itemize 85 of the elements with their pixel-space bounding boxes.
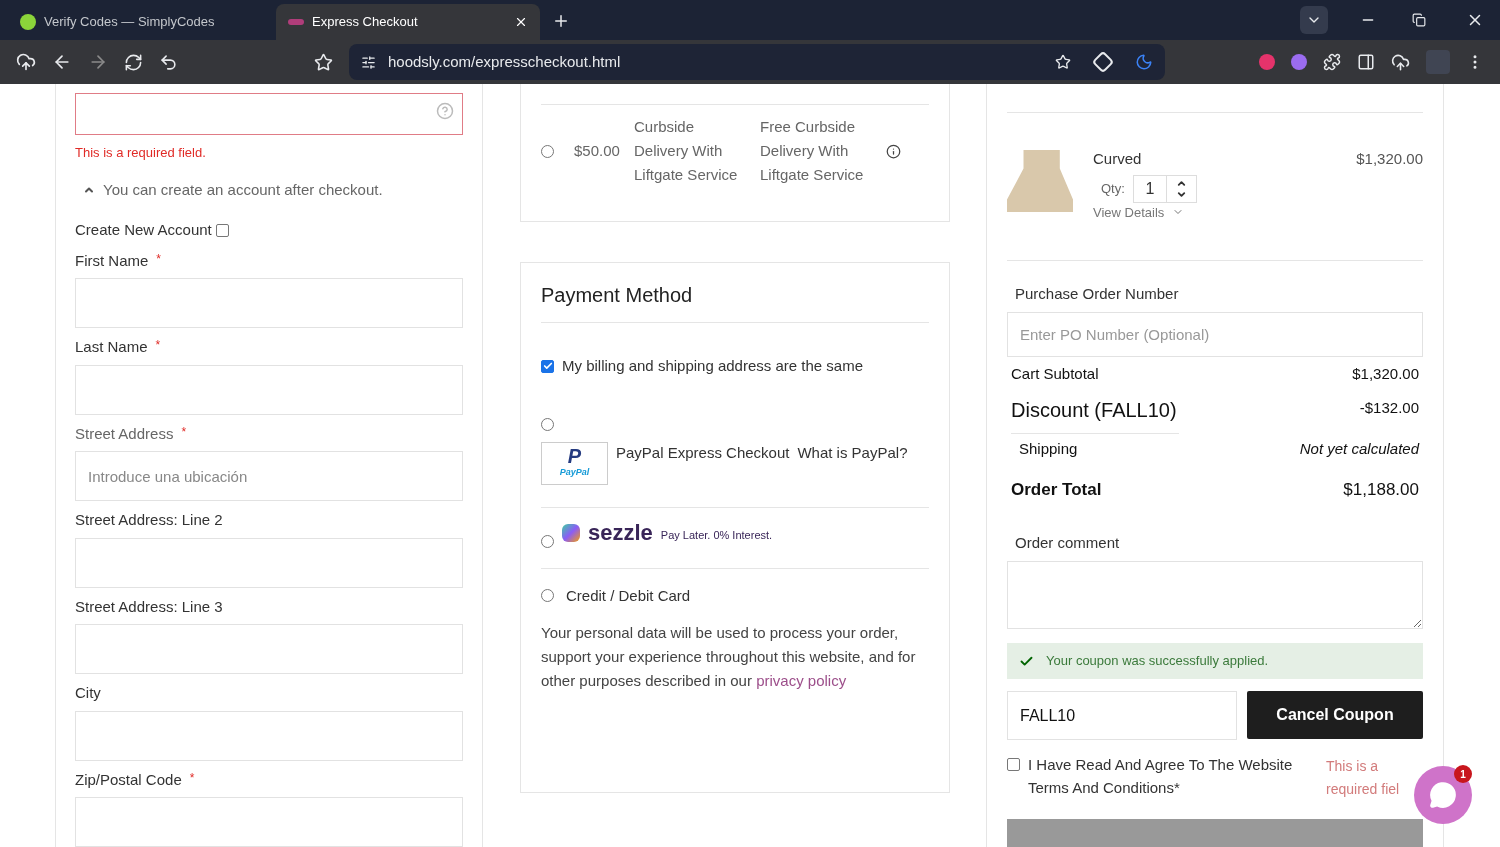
total-label: Discount (FALL10) — [1011, 395, 1179, 435]
extension-icon[interactable] — [1291, 54, 1307, 70]
bookmark-icon[interactable] — [314, 52, 333, 72]
radio-button[interactable] — [541, 589, 554, 603]
radio-button[interactable] — [541, 417, 554, 431]
field-label: Last Name — [75, 337, 148, 357]
cloud-icon[interactable] — [1391, 52, 1410, 72]
required-asterisk: * — [181, 423, 187, 441]
sezzle-tagline: Pay Later. 0% Interest. — [660, 528, 773, 543]
input-field[interactable] — [75, 93, 463, 135]
tab-logo-icon — [20, 14, 36, 30]
product-price: $1,320.00 — [1356, 149, 1423, 169]
error-text: This is a required field. — [75, 144, 207, 162]
shipping-method: Curbside Delivery With Liftgate Service — [634, 117, 738, 185]
cancel-coupon-button[interactable]: Cancel Coupon — [1247, 691, 1423, 740]
radio-button[interactable] — [541, 144, 554, 158]
star-icon[interactable] — [1055, 54, 1071, 70]
coupon-field[interactable]: FALL10 — [1007, 691, 1237, 741]
checkbox[interactable] — [215, 223, 229, 237]
total-value: Not yet calculated — [1299, 439, 1419, 460]
restore-icon[interactable] — [1412, 13, 1426, 27]
section-title: Payment Method — [541, 263, 929, 323]
total-label: Cart Subtotal — [1011, 363, 1099, 384]
browser-tab[interactable]: Express Checkout — [276, 4, 540, 40]
what-is-paypal-link[interactable]: What is PayPal? — [797, 441, 908, 464]
field-label: City — [75, 683, 101, 703]
field-label: Zip/Postal Code — [75, 769, 182, 790]
shipping-price: $50.00 — [574, 140, 621, 161]
total-label: Shipping — [1019, 439, 1078, 460]
sezzle-logo: sezzle — [588, 521, 653, 544]
extensions-icon[interactable] — [1323, 53, 1341, 71]
field-label: First Name — [75, 250, 149, 271]
privacy-policy-link[interactable]: privacy policy — [756, 672, 847, 689]
checkbox-label: My billing and shipping address are the same — [562, 356, 863, 376]
info-icon[interactable] — [886, 143, 901, 159]
privacy-text: Your personal data will be used to process your order, support your experience throughout this website, and for other purposes described in our privacy policy — [541, 623, 917, 691]
reload-icon[interactable] — [124, 52, 143, 72]
url-text: hoodsly.com/expresscheckout.html — [388, 51, 622, 72]
tab-list-button[interactable] — [1300, 6, 1328, 34]
address-bar[interactable]: hoodsly.com/expresscheckout.html — [349, 44, 1165, 80]
total-value: $1,320.00 — [1352, 363, 1419, 384]
field-label: Order comment — [1015, 533, 1121, 554]
paypal-logo: P PayPal — [541, 441, 608, 485]
required-asterisk: * — [189, 769, 195, 787]
total-label: Order Total — [1011, 478, 1102, 501]
qty-label: Qty: — [1101, 179, 1125, 198]
po-number-field[interactable]: Enter PO Number (Optional) — [1007, 311, 1423, 357]
side-panel-icon[interactable] — [1357, 53, 1375, 71]
close-tab-icon[interactable] — [514, 15, 528, 29]
field-label: Street Address: Line 3 — [75, 596, 223, 617]
payment-label: Credit / Debit Card — [566, 585, 691, 606]
tab-title: Express Checkout — [312, 13, 419, 32]
total-value: $1,188.00 — [1343, 478, 1419, 501]
field-label: Street Address — [75, 423, 174, 444]
payment-label: PayPal Express Checkout — [616, 442, 790, 463]
new-tab-icon[interactable] — [552, 12, 570, 30]
speech-bubble-icon — [1429, 781, 1457, 809]
notification-badge: 1 — [1454, 765, 1472, 783]
checkbox[interactable] — [541, 359, 554, 373]
field-label: Purchase Order Number — [1015, 284, 1180, 304]
order-comment-field[interactable] — [1007, 560, 1423, 629]
tab-logo-icon — [288, 19, 304, 25]
account-note: You can create an account after checkout. — [103, 179, 383, 200]
shipping-carrier: Free Curbside Delivery With Liftgate Service — [760, 117, 864, 185]
required-asterisk: * — [155, 337, 161, 354]
moon-icon[interactable] — [1135, 53, 1153, 71]
radio-button[interactable] — [541, 534, 554, 548]
checkbox[interactable] — [1007, 758, 1020, 772]
terms-label: I Have Read And Agree To The Website Terms And Conditions* — [1028, 755, 1294, 799]
checkbox-label: Create New Account — [75, 220, 212, 240]
site-settings-icon[interactable] — [361, 54, 376, 70]
view-details-link[interactable]: View Details — [1093, 202, 1165, 222]
chat-button[interactable]: 1 — [1414, 766, 1472, 824]
browser-tab[interactable]: Verify Codes — SimplyCodes — [8, 4, 272, 40]
required-asterisk: * — [156, 250, 161, 268]
sezzle-logo-icon — [562, 523, 580, 542]
total-value: -$132.00 — [1359, 398, 1419, 419]
undo-icon[interactable] — [159, 52, 178, 72]
success-message: Your coupon was successfully applied. — [1007, 642, 1423, 680]
quantity-stepper[interactable]: 1 — [1132, 174, 1197, 203]
product-name: Curved — [1093, 149, 1142, 169]
error-text: This is a required fiel — [1326, 757, 1401, 800]
tab-title: Verify Codes — SimplyCodes — [44, 13, 216, 32]
field-label: Street Address: Line 2 — [75, 510, 223, 530]
upload-icon[interactable] — [16, 52, 36, 72]
